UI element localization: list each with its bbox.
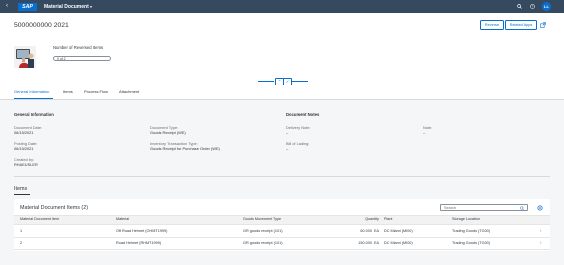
reversed-items-progress: 0 of 2 <box>53 56 111 61</box>
note-value: – <box>423 130 426 135</box>
column-header-storage-location[interactable]: Storage Location <box>452 217 480 221</box>
tab-selected-indicator <box>14 97 53 99</box>
column-header-item[interactable]: Material Document Item <box>20 217 59 221</box>
settings-icon[interactable] <box>537 205 543 211</box>
share-icon[interactable] <box>540 21 546 28</box>
created-by-value: RHAEUSLER <box>14 162 38 167</box>
app-title[interactable]: Material Document ▾ <box>44 4 92 10</box>
section-underline <box>14 194 30 195</box>
inventory-type-value: Goods Receipt for Purchase Order (WE) <box>150 146 220 151</box>
row-movement-type: GR goods receipt (101) <box>243 229 283 233</box>
bill-of-lading-label: Bill of Lading: <box>286 141 310 146</box>
logo-text: SAP <box>22 3 33 10</box>
tab-items[interactable]: Items <box>63 89 73 94</box>
posting-date-value: 06/15/2021 <box>14 146 34 151</box>
avatar[interactable]: LL <box>542 2 551 11</box>
app-title-text: Material Document <box>44 3 89 10</box>
kpi-label: Number of Reversed Items <box>53 45 104 50</box>
tab-process-flow[interactable]: Process Flow <box>84 89 108 94</box>
dropdown-icon[interactable]: ▾ <box>90 5 92 9</box>
chevron-right-icon[interactable]: › <box>540 240 542 245</box>
header-image <box>14 46 36 68</box>
row-storage-location: Trading Goods (TG00) <box>452 241 491 245</box>
delivery-note-value: – <box>286 130 289 135</box>
row-material: Off Road Helmet (OHMT1999) <box>116 229 168 233</box>
shell-bar: ‹ SAP Material Document ▾ ? LL <box>0 0 564 13</box>
reverse-button[interactable]: Reverse <box>480 20 504 30</box>
bill-of-lading-value: – <box>286 146 289 151</box>
back-icon[interactable]: ‹ <box>6 3 8 9</box>
row-unit: EA <box>374 229 380 233</box>
related-apps-button[interactable]: Related Apps <box>505 20 537 30</box>
search-icon[interactable] <box>517 3 522 9</box>
row-unit: EA <box>374 241 380 245</box>
help-icon[interactable]: ? <box>530 3 535 9</box>
row-quantity: 150.000 <box>358 241 372 245</box>
row-storage-location: Trading Goods (TG00) <box>452 229 491 233</box>
items-section-title: Items <box>14 186 28 192</box>
delivery-note-label: Delivery Note: <box>286 125 311 130</box>
progress-text: 0 of 2 <box>57 57 66 61</box>
column-header-plant[interactable]: Plant <box>384 217 392 221</box>
document-date-value: 06/15/2021 <box>14 130 34 135</box>
search-icon[interactable] <box>520 205 524 212</box>
row-plant: DC Miami (MI00) <box>384 229 413 233</box>
section-divider <box>14 176 550 177</box>
tab-general-information[interactable]: General Information <box>14 89 49 94</box>
chevron-right-icon[interactable]: › <box>540 228 542 233</box>
column-header-quantity[interactable]: Quantity <box>342 217 379 221</box>
document-notes-title: Document Notes <box>286 112 320 117</box>
row-quantity: 60.000 <box>360 229 372 233</box>
row-plant: DC Miami (MI00) <box>384 241 413 245</box>
sap-logo[interactable]: SAP <box>18 2 37 11</box>
document-type-value: Goods Receipt (WE) <box>150 130 186 135</box>
tab-attachment[interactable]: Attachment <box>119 89 139 94</box>
column-header-movement-type[interactable]: Goods Movement Type <box>243 217 281 221</box>
general-info-title: General Information <box>14 112 54 117</box>
column-header-material[interactable]: Material <box>116 217 129 221</box>
search-input[interactable]: Search <box>440 204 528 211</box>
row-item-number: 1 <box>20 229 23 233</box>
svg-text:?: ? <box>532 4 534 8</box>
row-material: Road Helmet (RHMT1999) <box>116 241 162 245</box>
search-placeholder: Search <box>444 206 457 210</box>
table-title: Material Document Items (2) <box>20 205 89 211</box>
page-title: 5000000000 2021 <box>14 22 69 29</box>
row-movement-type: GR goods receipt (101) <box>243 241 283 245</box>
row-item-number: 2 <box>20 241 23 245</box>
